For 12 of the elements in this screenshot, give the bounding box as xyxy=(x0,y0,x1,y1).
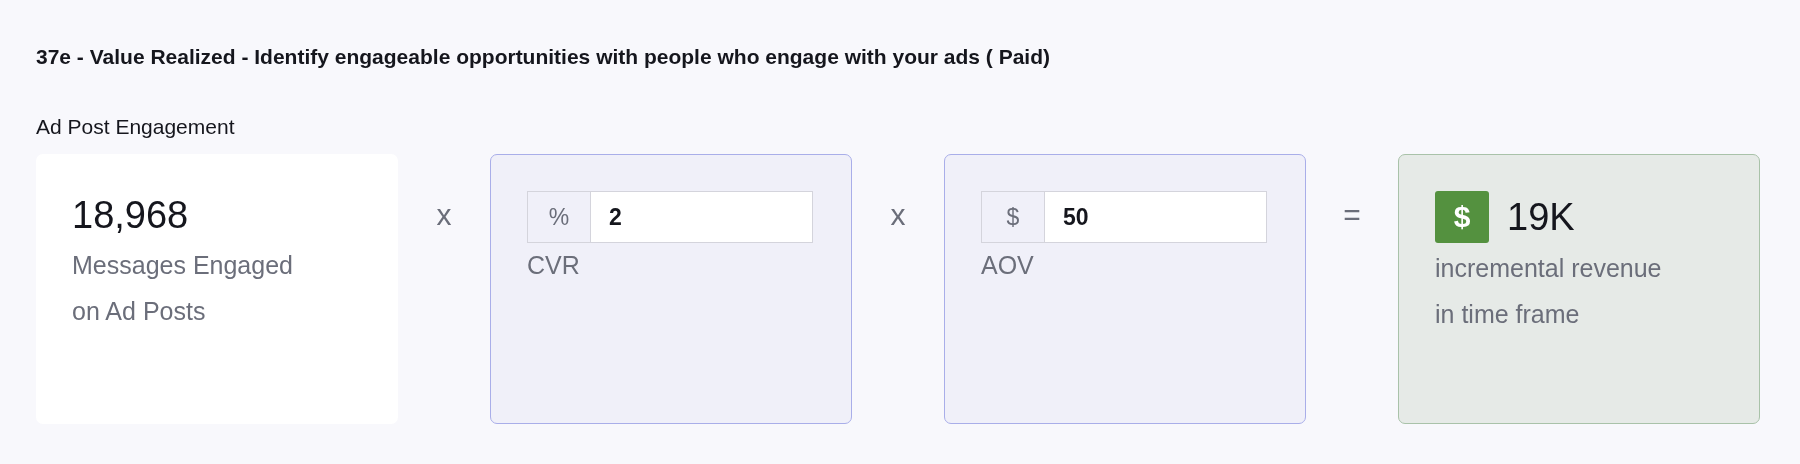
dollar-icon: $ xyxy=(1435,191,1489,243)
operator-sign: x xyxy=(435,197,453,233)
section-title: 37e - Value Realized - Identify engageable opportunities with people who engage with your ads ( Paid) xyxy=(36,44,1051,70)
input-label: AOV xyxy=(981,250,1035,281)
metric-label: Messages Engaged on Ad Posts xyxy=(72,250,294,327)
operator-sign: = xyxy=(1342,197,1362,233)
metric-value: 18,968 xyxy=(72,193,190,238)
result-value: 19K xyxy=(1507,195,1575,240)
operator-sign: x xyxy=(889,197,907,233)
result-label: incremental revenue in time frame xyxy=(1435,253,1663,330)
input-label: CVR xyxy=(527,250,581,281)
group-label: Ad Post Engagement xyxy=(36,114,236,140)
